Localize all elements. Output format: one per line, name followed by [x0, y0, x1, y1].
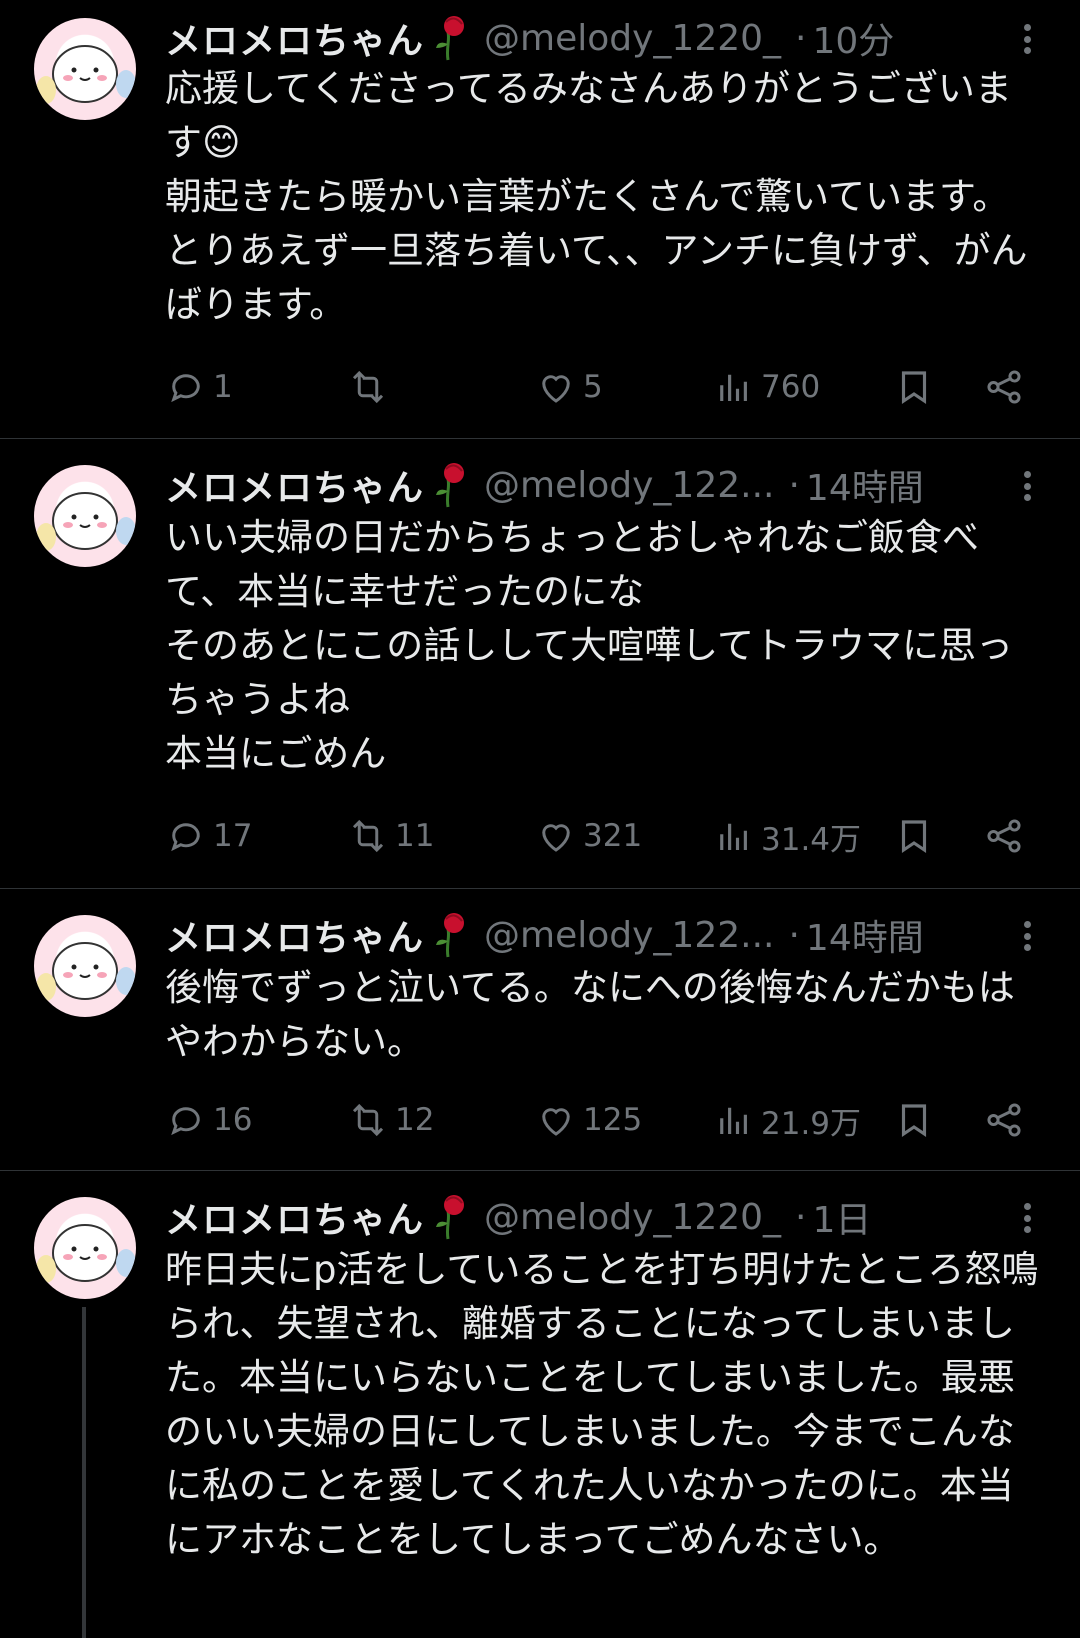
share-icon: [987, 1103, 1021, 1137]
more-icon[interactable]: [1024, 1203, 1036, 1233]
tweet-header: メロメロちゃん @melody_122... · 14時間: [165, 457, 924, 513]
handle[interactable]: @melody_122...: [484, 465, 774, 506]
display-name[interactable]: メロメロちゃん: [165, 1191, 424, 1243]
like-count: 321: [583, 818, 643, 854]
like-icon: [542, 824, 570, 852]
tweet-text: 応援してくださってるみなさんありがとうございます😊 朝起きたら暖かい言葉がたくさ…: [165, 67, 1028, 326]
reply-count: 1: [213, 369, 233, 405]
avatar[interactable]: [34, 18, 136, 120]
reply-button[interactable]: 1: [165, 362, 233, 412]
views-button[interactable]: 31.4万: [713, 811, 861, 861]
retweet-icon: [352, 1103, 384, 1137]
view-count: 21.9万: [761, 1105, 862, 1142]
separator-dot: ·: [795, 1196, 807, 1238]
tweet-actions: 17 11 321 31.4万: [165, 811, 1045, 861]
handle[interactable]: @melody_122...: [484, 915, 774, 956]
wilted-rose-icon: [428, 14, 472, 62]
reply-icon: [171, 374, 200, 403]
views-button[interactable]: 760: [713, 362, 820, 412]
views-button[interactable]: 21.9万: [713, 1095, 861, 1145]
tweet-header: メロメロちゃん @melody_1220_ · 1日: [165, 1189, 871, 1245]
view-count: 31.4万: [761, 821, 862, 858]
views-icon: [720, 823, 747, 850]
reply-button[interactable]: 16: [165, 1095, 252, 1145]
bookmark-button[interactable]: [893, 1095, 935, 1145]
timestamp[interactable]: 10分: [813, 12, 895, 64]
tweet-text: 昨日夫にp活をしていることを打ち明けたところ怒鳴られ、失望され、離婚することにな…: [165, 1248, 1039, 1561]
avatar[interactable]: [34, 915, 136, 1017]
bookmark-button[interactable]: [893, 362, 935, 412]
share-icon: [987, 370, 1021, 404]
like-button[interactable]: 321: [535, 811, 642, 861]
tweet[interactable]: メロメロちゃん @melody_122... · 14時間 いい夫婦の日だからち…: [0, 439, 1080, 888]
views-icon: [720, 1107, 747, 1134]
reply-count: 16: [213, 1102, 253, 1138]
separator-dot: ·: [795, 17, 807, 59]
timestamp[interactable]: 14時間: [806, 459, 924, 511]
display-name[interactable]: メロメロちゃん: [165, 12, 424, 64]
separator-dot: ·: [788, 464, 800, 506]
tweet-header: メロメロちゃん @melody_122... · 14時間: [165, 907, 924, 963]
more-icon[interactable]: [1024, 471, 1036, 501]
thread-line: [82, 1307, 86, 1638]
tweet-text: いい夫婦の日だからちょっとおしゃれなご飯食べて、本当に幸せだったのにな そのあと…: [165, 516, 1014, 775]
retweet-button[interactable]: [347, 362, 395, 412]
wilted-rose-icon: [428, 461, 472, 509]
separator-dot: ·: [788, 914, 800, 956]
tweet-text: 後悔でずっと泣いてる。なにへの後悔なんだかもはやわからない。: [165, 966, 1015, 1063]
like-count: 125: [583, 1102, 643, 1138]
like-icon: [542, 1108, 570, 1136]
reply-icon: [171, 823, 200, 852]
like-button[interactable]: 5: [535, 362, 603, 412]
avatar[interactable]: [34, 465, 136, 567]
share-button[interactable]: [983, 811, 1025, 861]
avatar-character-icon: [36, 492, 136, 551]
views-icon: [720, 374, 747, 401]
view-count: 760: [761, 369, 821, 405]
reply-count: 17: [213, 818, 253, 854]
like-icon: [542, 375, 570, 403]
wilted-rose-icon: [428, 1193, 472, 1241]
display-name[interactable]: メロメロちゃん: [165, 909, 424, 961]
bookmark-button[interactable]: [893, 811, 935, 861]
more-icon[interactable]: [1024, 921, 1036, 951]
avatar[interactable]: [34, 1197, 136, 1299]
reply-icon: [171, 1107, 200, 1136]
tweet[interactable]: メロメロちゃん @melody_1220_ · 1日 昨日夫にp活をしていること…: [0, 1171, 1080, 1638]
reply-button[interactable]: 17: [165, 811, 252, 861]
display-name[interactable]: メロメロちゃん: [165, 459, 424, 511]
avatar-character-icon: [36, 45, 136, 104]
handle[interactable]: @melody_1220_: [484, 18, 781, 59]
tweet[interactable]: メロメロちゃん @melody_1220_ · 10分 応援してくださってるみな…: [0, 0, 1080, 438]
tweet[interactable]: メロメロちゃん @melody_122... · 14時間 後悔でずっと泣いてる…: [0, 889, 1080, 1170]
bookmark-icon: [901, 371, 927, 404]
share-button[interactable]: [983, 1095, 1025, 1145]
tweet-actions: 16 12 125 21.9万: [165, 1095, 1045, 1145]
tweet-header: メロメロちゃん @melody_1220_ · 10分: [165, 10, 894, 66]
like-count: 5: [583, 369, 603, 405]
tweet-actions: 1 5 760: [165, 362, 1045, 412]
retweet-count: 12: [395, 1102, 435, 1138]
share-icon: [987, 819, 1021, 853]
retweet-icon: [352, 370, 384, 404]
retweet-count: 11: [395, 818, 435, 854]
timestamp[interactable]: 1日: [813, 1191, 872, 1243]
like-button[interactable]: 125: [535, 1095, 642, 1145]
avatar-character-icon: [36, 1224, 136, 1283]
share-button[interactable]: [983, 362, 1025, 412]
wilted-rose-icon: [428, 911, 472, 959]
handle[interactable]: @melody_1220_: [484, 1197, 781, 1238]
retweet-icon: [352, 819, 384, 853]
bookmark-icon: [901, 1104, 927, 1137]
bookmark-icon: [901, 820, 927, 853]
avatar-character-icon: [36, 942, 136, 1001]
timestamp[interactable]: 14時間: [806, 909, 924, 961]
more-icon[interactable]: [1024, 24, 1036, 54]
retweet-button[interactable]: 12: [347, 1095, 434, 1145]
retweet-button[interactable]: 11: [347, 811, 434, 861]
